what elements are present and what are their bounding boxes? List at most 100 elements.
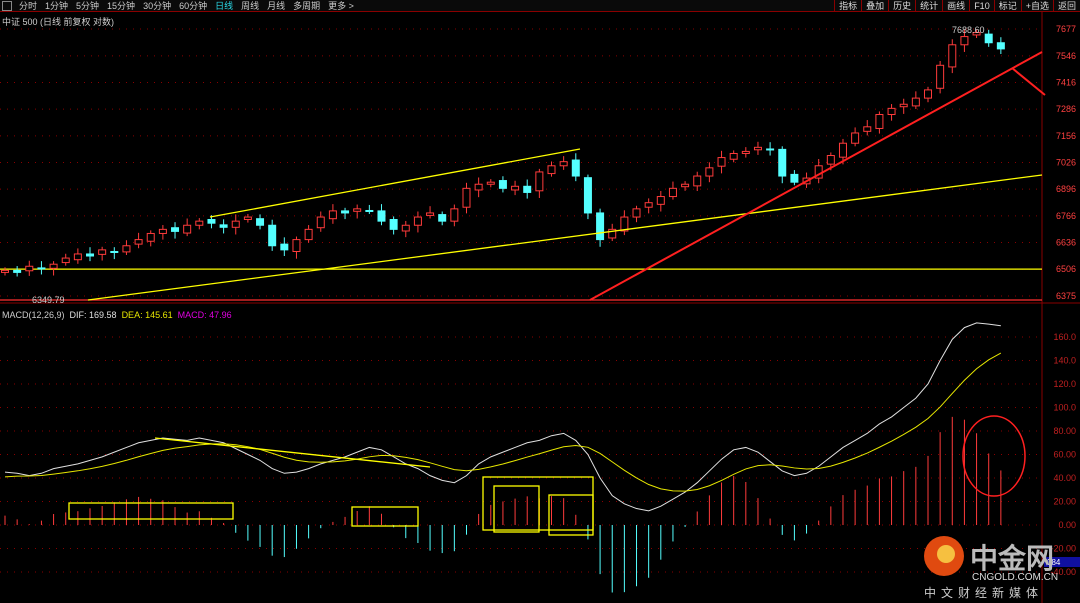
macd-tick: 100.0	[1053, 403, 1076, 413]
candle-up	[49, 263, 58, 269]
kline-chart[interactable]: 7677 7546 7416 7286 7156 7026 6896 6766 6636 6506…	[0, 0, 1080, 603]
candle-up	[122, 245, 131, 253]
candle-up	[98, 249, 107, 255]
price-tick: 7026	[1056, 158, 1076, 168]
watermark-brand: 中金网	[970, 542, 1054, 574]
candle-down	[13, 269, 22, 273]
price-tick: 7416	[1056, 78, 1076, 88]
candle-up	[353, 208, 362, 212]
candle-down	[171, 227, 180, 232]
candle-up	[413, 216, 422, 226]
macd-tick: 60.00	[1053, 450, 1076, 460]
candle-up	[25, 265, 34, 272]
red-trend-line	[589, 51, 1043, 301]
candle-down	[365, 209, 374, 212]
highlight-circle	[962, 415, 1026, 497]
candle-up	[1, 269, 9, 273]
candle-up	[717, 157, 726, 167]
candle-down	[219, 224, 228, 228]
candle-up	[511, 185, 520, 191]
candle-up	[705, 167, 714, 177]
candle-down	[438, 214, 447, 222]
candle-up	[146, 232, 155, 242]
candle-up	[948, 44, 957, 68]
candle-up	[729, 152, 738, 160]
price-tick: 7677	[1056, 24, 1076, 34]
watermark: 中金网 CNGOLD.COM.CN 中文财经新媒体	[922, 530, 1072, 600]
candle-up	[826, 155, 835, 165]
candle-down	[790, 173, 799, 183]
candle-up	[426, 212, 435, 216]
price-tick: 6506	[1056, 264, 1076, 274]
macd-tick: 40.00	[1053, 473, 1076, 483]
candle-up	[195, 220, 204, 226]
candle-down	[498, 180, 507, 189]
candle-down	[523, 185, 532, 193]
candle-up	[535, 171, 544, 192]
macd-tick: 0.00	[1058, 520, 1076, 530]
candle-up	[753, 146, 762, 151]
candle-down	[110, 251, 119, 253]
candle-up	[851, 132, 860, 144]
candle-up	[936, 64, 945, 89]
candle-down	[341, 210, 350, 214]
candle-up	[316, 216, 325, 229]
candle-up	[134, 239, 143, 245]
candle-up	[474, 183, 483, 191]
macd-tick: 160.0	[1053, 332, 1076, 342]
candle-up	[863, 126, 872, 132]
candle-up	[887, 107, 896, 116]
candle-up	[73, 253, 82, 261]
macd-tick: 80.00	[1053, 426, 1076, 436]
candle-up	[231, 220, 240, 228]
candle-up	[632, 208, 641, 218]
candle-up	[838, 142, 847, 158]
candle-up	[158, 228, 167, 234]
candle-up	[875, 114, 884, 129]
candle-up	[741, 150, 750, 154]
candle-down	[984, 33, 993, 44]
price-tick: 6766	[1056, 211, 1076, 221]
candle-down	[389, 219, 398, 230]
candle-up	[547, 165, 556, 175]
candle-down	[766, 148, 775, 151]
macd-divergence-arrow	[154, 437, 431, 468]
candle-up	[450, 208, 459, 222]
highlight-box	[351, 506, 419, 527]
price-tick: 6896	[1056, 184, 1076, 194]
price-tick: 6375	[1056, 291, 1076, 301]
candle-down	[996, 42, 1005, 50]
macd-tick: 20.00	[1053, 497, 1076, 507]
candle-down	[280, 243, 289, 251]
macd-tick: 140.0	[1053, 356, 1076, 366]
price-tick: 7546	[1056, 51, 1076, 61]
watermark-url: CNGOLD.COM.CN	[972, 572, 1058, 583]
candle-up	[681, 183, 690, 188]
candle-up	[401, 224, 410, 232]
candle-up	[328, 210, 337, 220]
candle-up	[559, 161, 568, 167]
candle-up	[923, 89, 932, 99]
candle-down	[256, 218, 265, 226]
candle-down	[268, 224, 277, 247]
candle-up	[61, 257, 70, 264]
candle-up	[960, 36, 969, 46]
candle-up	[183, 224, 192, 234]
candle-up	[668, 187, 677, 198]
dea-line	[4, 352, 1002, 492]
candle-down	[207, 219, 216, 224]
candle-up	[899, 103, 908, 108]
watermark-slogan: 中文财经新媒体	[924, 585, 1043, 600]
candle-down	[778, 148, 787, 177]
candle-down	[596, 212, 605, 241]
candle-up	[304, 228, 313, 241]
candle-up	[462, 187, 471, 208]
trend-arrow	[209, 148, 581, 218]
price-tick: 6636	[1056, 237, 1076, 247]
candle-up	[656, 196, 665, 205]
candle-down	[86, 253, 95, 257]
candle-up	[486, 181, 495, 185]
dif-line	[4, 322, 1001, 512]
candle-up	[911, 97, 920, 107]
macd-tick: 120.0	[1053, 379, 1076, 389]
